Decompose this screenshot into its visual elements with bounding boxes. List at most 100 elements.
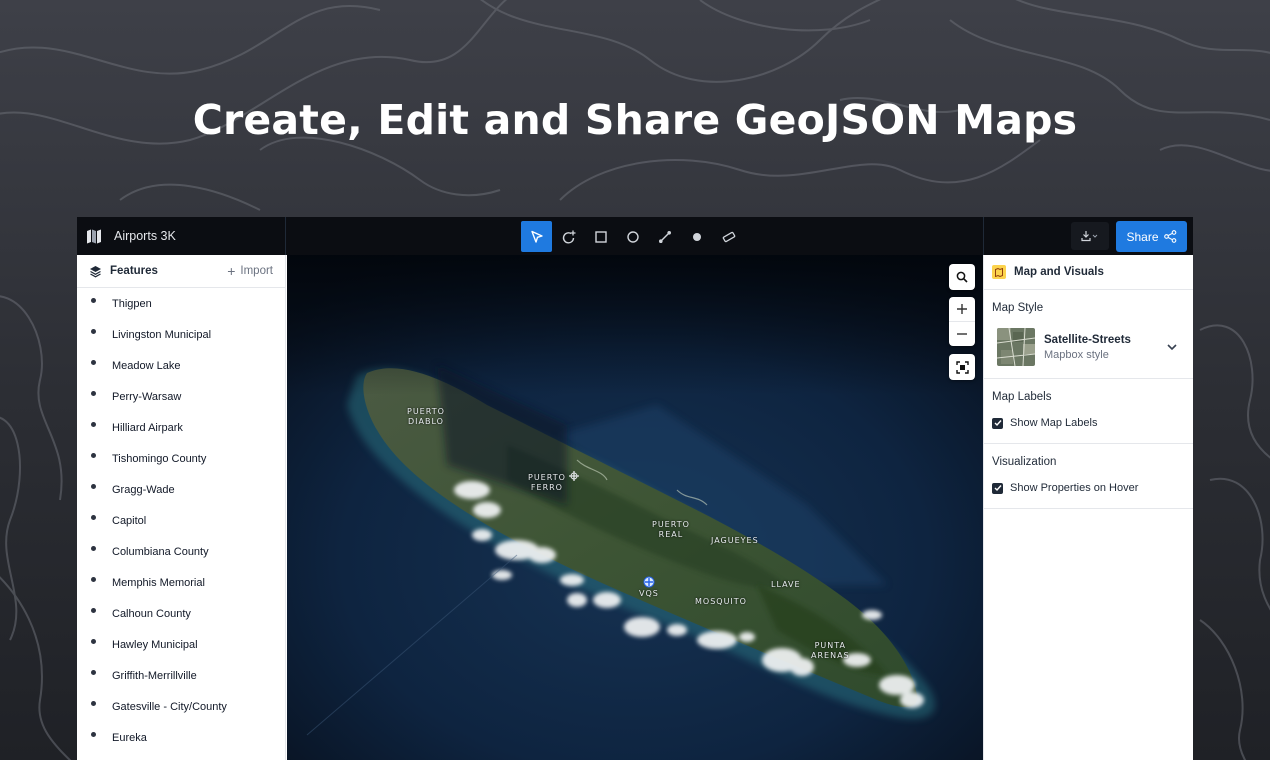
- list-item[interactable]: Eureka: [77, 722, 285, 753]
- point-tool-button[interactable]: [681, 221, 712, 252]
- feature-name: Gatesville - City/County: [112, 700, 227, 713]
- panel-title: Map and Visuals: [1014, 266, 1104, 278]
- download-icon: [1081, 231, 1098, 242]
- point-feature-icon: [91, 546, 96, 551]
- select-tool-button[interactable]: [521, 221, 552, 252]
- fit-bounds-icon: [955, 360, 969, 374]
- zoom-control: [949, 297, 975, 346]
- ruler-icon: [722, 231, 735, 242]
- map-style-title: Map Style: [992, 302, 1044, 314]
- visualization-section: Visualization Show Properties on Hover: [984, 444, 1193, 509]
- map-canvas[interactable]: PUERTO DIABLO PUERTO FERRO PUERTO REAL J…: [287, 255, 983, 760]
- list-item[interactable]: Meadow Lake: [77, 350, 285, 381]
- fit-bounds-button[interactable]: [949, 355, 975, 379]
- project-name[interactable]: Airports 3K: [114, 229, 176, 243]
- point-feature-icon: [91, 732, 96, 737]
- show-properties-label: Show Properties on Hover: [1010, 482, 1139, 494]
- map-style-select[interactable]: Satellite-Streets Mapbox style: [992, 328, 1185, 366]
- line-icon: [658, 230, 671, 243]
- feature-name: Calhoun County: [112, 607, 191, 620]
- feature-name: Eureka: [112, 731, 147, 744]
- zoom-out-button[interactable]: [949, 322, 975, 346]
- drawing-toolbar: [521, 221, 744, 252]
- list-item[interactable]: Memphis Memorial: [77, 567, 285, 598]
- point-feature-icon: [91, 577, 96, 582]
- check-icon: [994, 420, 1002, 427]
- circle-tool-button[interactable]: [617, 221, 648, 252]
- point-feature-icon: [91, 422, 96, 427]
- map-label-puerto-diablo: PUERTO DIABLO: [407, 407, 445, 426]
- list-item[interactable]: Columbiana County: [77, 536, 285, 567]
- list-item[interactable]: Griffith-Merrillville: [77, 660, 285, 691]
- feature-name: Hilliard Airpark: [112, 421, 183, 434]
- map-label-mosquito: MOSQUITO: [695, 597, 747, 606]
- map-style-section: Map Style Satellite-Streets Mapbox style: [984, 290, 1193, 379]
- plus-icon: [957, 304, 967, 314]
- square-icon: [594, 230, 607, 243]
- fit-bounds-control: [949, 354, 975, 380]
- point-feature-icon: [91, 639, 96, 644]
- list-item[interactable]: Perry-Warsaw: [77, 381, 285, 412]
- style-names: Satellite-Streets Mapbox style: [1044, 334, 1165, 361]
- map-label-puerto-real: PUERTO REAL: [652, 520, 690, 539]
- point-feature-icon: [91, 360, 96, 365]
- import-label: Import: [240, 265, 273, 277]
- lasso-plus-icon: [562, 230, 575, 244]
- layers-icon: [90, 265, 101, 277]
- list-item[interactable]: Hilliard Airpark: [77, 412, 285, 443]
- map-label-llave: LLAVE: [771, 580, 801, 589]
- minus-icon: [957, 332, 967, 335]
- line-tool-button[interactable]: [649, 221, 680, 252]
- point-feature-icon: [91, 298, 96, 303]
- point-feature-icon: [91, 329, 96, 334]
- features-panel: Features + Import Thigpen Livingston Muni…: [77, 255, 286, 760]
- plus-icon: +: [227, 263, 236, 279]
- share-label: Share: [1126, 229, 1159, 244]
- list-item[interactable]: Thigpen: [77, 288, 285, 319]
- point-feature-icon: [91, 608, 96, 613]
- show-map-labels-toggle[interactable]: Show Map Labels: [992, 417, 1185, 429]
- chevron-down-icon: [1167, 344, 1177, 351]
- style-subtitle: Mapbox style: [1044, 348, 1109, 361]
- cursor-arrow-icon: [530, 230, 543, 243]
- list-item[interactable]: Capitol: [77, 505, 285, 536]
- top-bar: Airports 3K Share: [77, 217, 1193, 255]
- list-item[interactable]: Gragg-Wade: [77, 474, 285, 505]
- rectangle-tool-button[interactable]: [585, 221, 616, 252]
- point-feature-icon: [91, 670, 96, 675]
- feature-name: Capitol: [112, 514, 147, 527]
- style-name: Satellite-Streets: [1044, 333, 1131, 346]
- map-label-punta-arenas: PUNTA ARENAS: [811, 641, 850, 660]
- map-visuals-icon: [992, 265, 1006, 279]
- list-item[interactable]: Calhoun County: [77, 598, 285, 629]
- list-item[interactable]: Hawley Municipal: [77, 629, 285, 660]
- map-label-jagueyes: JAGUEYES: [711, 536, 759, 545]
- lasso-tool-button[interactable]: [553, 221, 584, 252]
- search-icon: [956, 271, 968, 283]
- feature-name: Hawley Municipal: [112, 638, 198, 651]
- zoom-in-button[interactable]: [949, 298, 975, 322]
- map-label-vqs: VQS: [639, 589, 659, 598]
- map-search-button[interactable]: [949, 265, 975, 289]
- features-title: Features: [110, 265, 158, 277]
- list-item[interactable]: Gatesville - City/County: [77, 691, 285, 722]
- ruler-tool-button[interactable]: [713, 221, 744, 252]
- style-thumbnail: [997, 328, 1035, 366]
- map-icon: [87, 229, 101, 244]
- map-labels-section: Map Labels Show Map Labels: [984, 379, 1193, 444]
- list-item[interactable]: Livingston Municipal: [77, 319, 285, 350]
- list-item[interactable]: Tishomingo County: [77, 443, 285, 474]
- download-button[interactable]: [1071, 222, 1109, 250]
- show-properties-toggle[interactable]: Show Properties on Hover: [992, 482, 1185, 494]
- map-label-puerto-ferro: PUERTO FERRO: [528, 473, 566, 492]
- share-button[interactable]: Share: [1116, 221, 1187, 252]
- feature-name: Perry-Warsaw: [112, 390, 182, 403]
- import-button[interactable]: + Import: [227, 263, 273, 279]
- checkbox-checked[interactable]: [992, 482, 1003, 494]
- brand: Airports 3K: [77, 217, 286, 255]
- feature-name: Memphis Memorial: [112, 576, 205, 589]
- share-icon: [1163, 230, 1176, 243]
- feature-name: Meadow Lake: [112, 359, 181, 372]
- checkbox-checked[interactable]: [992, 417, 1003, 429]
- hero-title: Create, Edit and Share GeoJSON Maps: [192, 96, 1078, 144]
